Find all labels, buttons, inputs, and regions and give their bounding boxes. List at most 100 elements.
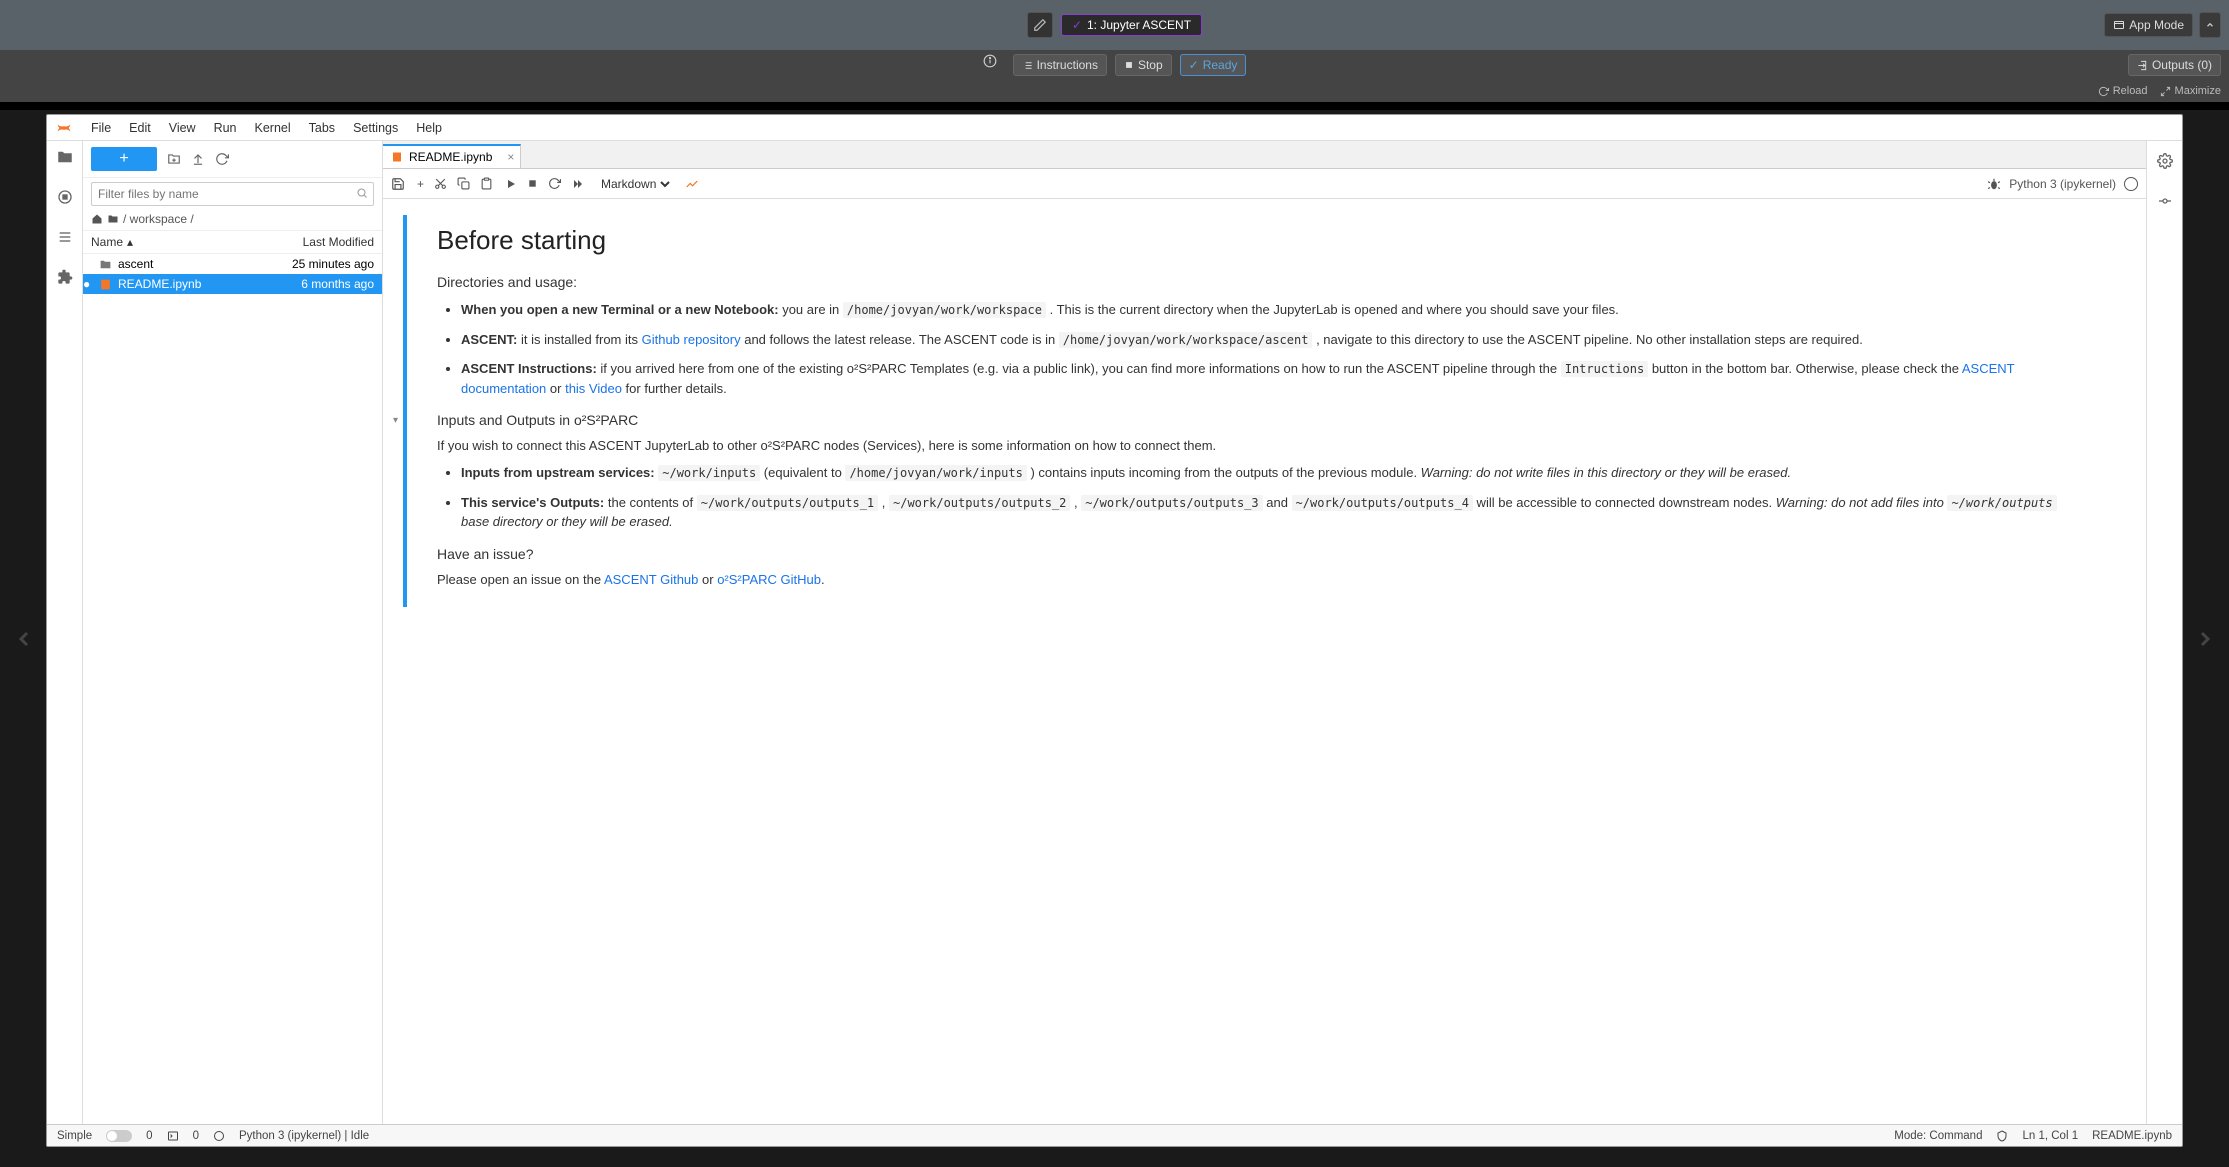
maximize-button[interactable]: Maximize (2160, 85, 2221, 97)
line-col-status[interactable]: Ln 1, Col 1 (2022, 1130, 2078, 1142)
close-tab-icon[interactable]: × (507, 150, 514, 164)
kernel-icon (213, 1130, 225, 1142)
stop-button[interactable]: Stop (1115, 54, 1172, 76)
menu-settings[interactable]: Settings (345, 119, 406, 137)
edit-icon-button[interactable] (1027, 12, 1053, 38)
reload-button[interactable]: Reload (2098, 85, 2148, 97)
markdown-cell[interactable]: ▾ Before starting Directories and usage:… (403, 215, 2106, 607)
chevron-left-icon (12, 627, 36, 651)
file-modified: 6 months ago (301, 277, 374, 291)
home-icon (91, 213, 103, 225)
github-repo-link[interactable]: Github repository (642, 332, 741, 347)
restart-run-all-icon[interactable] (571, 178, 585, 190)
simple-toggle[interactable] (106, 1130, 132, 1142)
interrupt-icon[interactable] (527, 178, 538, 189)
osparc-github-link[interactable]: o²S²PARC GitHub (717, 572, 821, 587)
restart-icon[interactable] (548, 177, 561, 190)
app-tab-jupyter[interactable]: ✓ 1: Jupyter ASCENT (1061, 14, 1202, 36)
instructions-label: Instructions (1037, 58, 1098, 72)
menu-kernel[interactable]: Kernel (247, 119, 299, 137)
file-row-notebook[interactable]: ● README.ipynb 6 months ago (83, 274, 382, 294)
activity-bar (47, 141, 83, 1124)
property-inspector-icon[interactable] (2155, 151, 2175, 171)
app-mode-button[interactable]: App Mode (2104, 13, 2193, 37)
chevron-up-icon (2205, 20, 2215, 30)
new-launcher-button[interactable]: + (91, 147, 157, 171)
file-path-status[interactable]: README.ipynb (2092, 1130, 2172, 1142)
save-icon[interactable] (391, 177, 405, 191)
instructions-button[interactable]: Instructions (1013, 54, 1107, 76)
ascent-github-link[interactable]: ASCENT Github (604, 572, 698, 587)
breadcrumb-text: / workspace / (123, 212, 194, 226)
menu-edit[interactable]: Edit (121, 119, 159, 137)
breadcrumb[interactable]: / workspace / (83, 210, 382, 230)
export-icon (2137, 60, 2148, 71)
sort-asc-icon: ▴ (127, 235, 133, 249)
bug-icon[interactable] (1987, 177, 2001, 191)
menu-tabs[interactable]: Tabs (301, 119, 343, 137)
stop-label: Stop (1138, 58, 1163, 72)
reload-icon (2098, 86, 2109, 97)
kernels-count[interactable]: 0 (193, 1130, 199, 1142)
run-icon[interactable] (505, 178, 517, 190)
check-icon: ✓ (1072, 18, 1082, 32)
copy-icon[interactable] (457, 177, 470, 190)
paste-icon[interactable] (480, 177, 493, 190)
running-tab-icon[interactable] (55, 187, 75, 207)
next-arrow[interactable] (2185, 619, 2225, 659)
stop-icon (1124, 60, 1134, 70)
prev-arrow[interactable] (4, 619, 44, 659)
terminal-icon (167, 1130, 179, 1142)
chevron-up-button[interactable] (2199, 12, 2221, 38)
new-folder-icon[interactable] (167, 152, 181, 166)
column-name-header[interactable]: Name ▴ (91, 235, 133, 249)
terminals-count[interactable]: 0 (146, 1130, 152, 1142)
collapse-icon[interactable]: ▾ (393, 415, 398, 426)
chevron-right-icon (2193, 627, 2217, 651)
maximize-icon (2160, 86, 2171, 97)
outputs-label: Outputs (0) (2152, 58, 2212, 72)
list-icon (1022, 60, 1033, 71)
outputs-button[interactable]: Outputs (0) (2128, 54, 2221, 76)
kernel-name[interactable]: Python 3 (ipykernel) (2009, 177, 2116, 191)
render-icon[interactable] (685, 177, 699, 191)
list-item: When you open a new Terminal or a new No… (461, 300, 2086, 320)
menu-help[interactable]: Help (408, 119, 450, 137)
column-modified-header[interactable]: Last Modified (303, 235, 374, 249)
toc-tab-icon[interactable] (55, 227, 75, 247)
filter-files-input[interactable] (91, 182, 374, 206)
kernel-status-icon[interactable] (2124, 177, 2138, 191)
list-item: Inputs from upstream services: ~/work/in… (461, 463, 2086, 483)
search-icon (356, 187, 368, 199)
mode-status[interactable]: Mode: Command (1894, 1130, 1982, 1142)
list-item: This service's Outputs: the contents of … (461, 493, 2086, 532)
menu-run[interactable]: Run (206, 119, 245, 137)
app-tab-label: 1: Jupyter ASCENT (1087, 18, 1191, 32)
info-icon[interactable] (983, 54, 997, 76)
folder-icon (107, 213, 119, 225)
extensions-tab-icon[interactable] (55, 267, 75, 287)
add-cell-icon[interactable]: + (417, 177, 424, 191)
notebook-content[interactable]: ▾ Before starting Directories and usage:… (383, 199, 2146, 1124)
kernel-status[interactable]: Python 3 (ipykernel) | Idle (239, 1130, 369, 1142)
debugger-icon[interactable] (2155, 191, 2175, 211)
menu-view[interactable]: View (161, 119, 204, 137)
jupyter-logo-icon (53, 117, 75, 139)
status-bar: Simple 0 0 Python 3 (ipykernel) | Idle M… (47, 1124, 2182, 1146)
refresh-icon[interactable] (215, 152, 229, 166)
paragraph-issue: Please open an issue on the ASCENT Githu… (437, 572, 2086, 587)
simple-label: Simple (57, 1130, 92, 1142)
cut-icon[interactable] (434, 177, 447, 190)
paragraph-io: If you wish to connect this ASCENT Jupyt… (437, 438, 2086, 453)
list-item: ASCENT Instructions: if you arrived here… (461, 359, 2086, 398)
notebook-tab[interactable]: README.ipynb × (383, 144, 521, 168)
upload-icon[interactable] (191, 152, 205, 166)
menu-file[interactable]: File (83, 119, 119, 137)
video-link[interactable]: this Video (565, 381, 622, 396)
file-row-folder[interactable]: ascent 25 minutes ago (83, 254, 382, 274)
trusted-icon[interactable] (1996, 1130, 2008, 1142)
cell-type-select[interactable]: Markdown (597, 176, 673, 192)
folder-tab-icon[interactable] (55, 147, 75, 167)
menu-bar: File Edit View Run Kernel Tabs Settings … (47, 115, 2182, 141)
notebook-toolbar: + Markdown (383, 169, 2146, 199)
